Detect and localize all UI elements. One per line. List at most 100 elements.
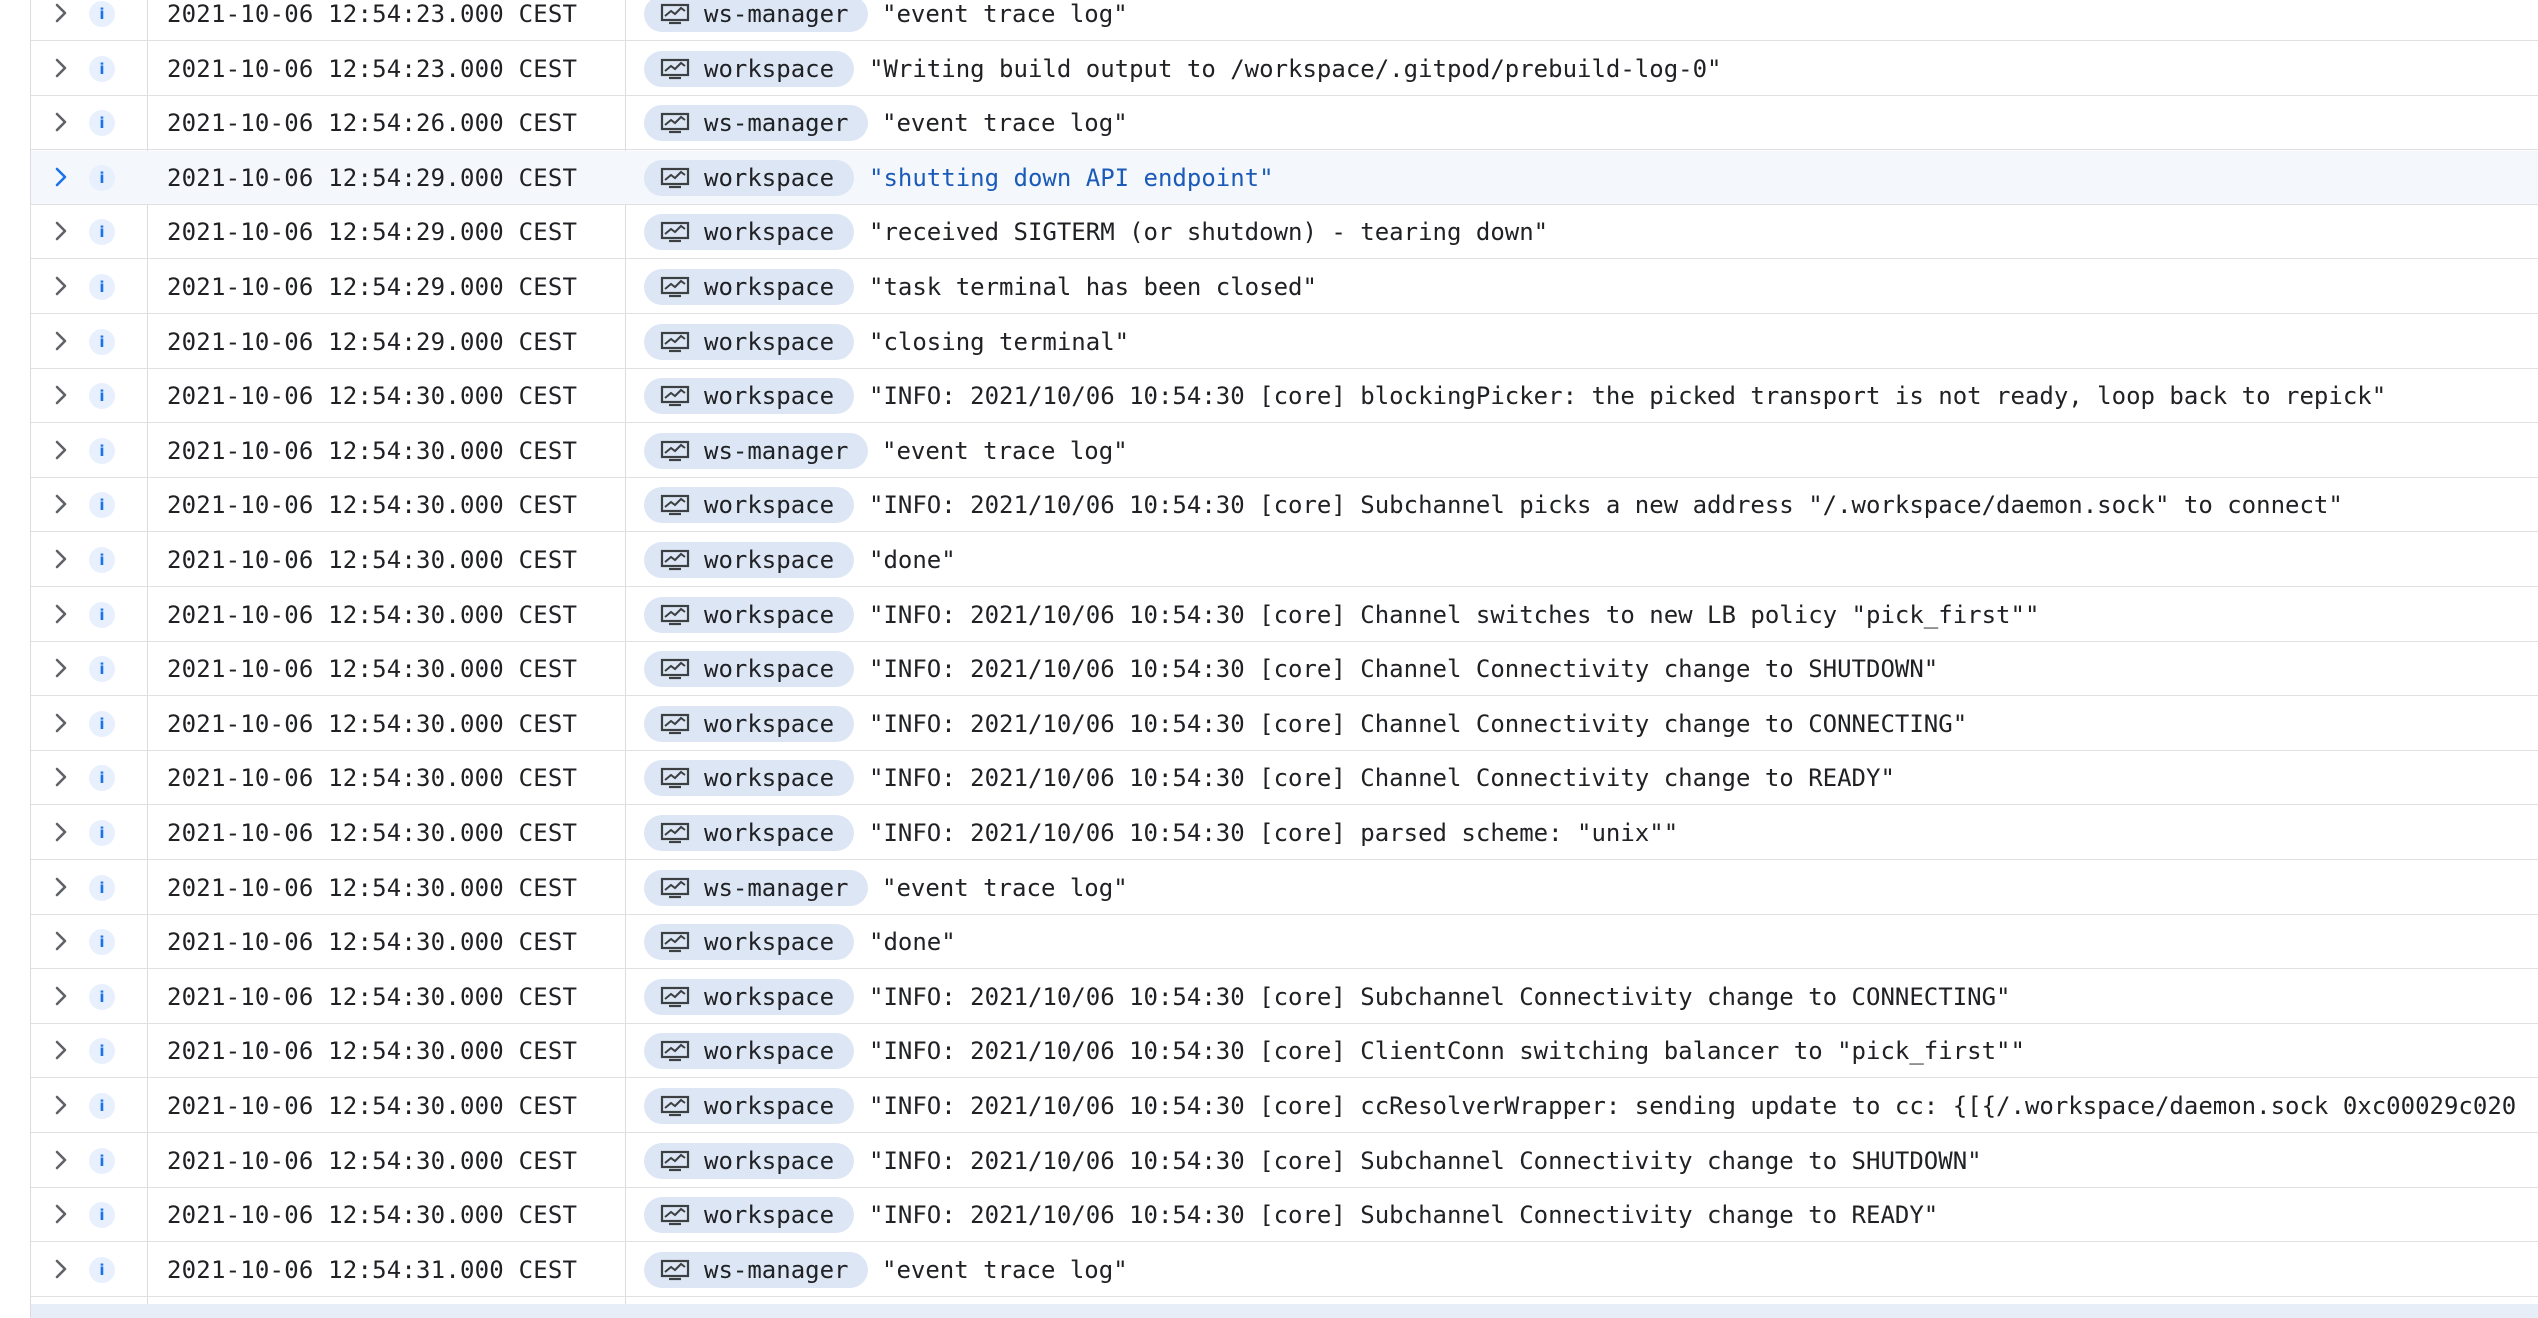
resource-label: workspace bbox=[704, 218, 835, 247]
monitor-icon bbox=[660, 113, 690, 134]
chevron-right-icon[interactable] bbox=[48, 1256, 74, 1282]
log-row[interactable]: i 2021-10-06 12:54:30.000 CEST workspace… bbox=[31, 533, 2538, 587]
resource-chip[interactable]: workspace bbox=[644, 651, 854, 688]
timestamp: 2021-10-06 12:54:29.000 CEST bbox=[167, 218, 578, 247]
chevron-right-icon[interactable] bbox=[48, 764, 74, 790]
resource-chip[interactable]: workspace bbox=[644, 487, 854, 524]
resource-chip[interactable]: workspace bbox=[644, 50, 854, 87]
resource-chip[interactable]: workspace bbox=[644, 978, 854, 1015]
resource-chip[interactable]: workspace bbox=[644, 705, 854, 742]
log-row[interactable]: i 2021-10-06 12:54:30.000 CEST ws-manage… bbox=[31, 424, 2538, 478]
chevron-right-icon[interactable] bbox=[48, 655, 74, 681]
resource-chip[interactable]: ws-manager bbox=[644, 432, 868, 469]
resource-chip[interactable]: ws-manager bbox=[644, 105, 868, 142]
log-row[interactable]: i 2021-10-06 12:54:30.000 CEST workspace… bbox=[31, 588, 2538, 642]
resource-chip[interactable]: workspace bbox=[644, 1088, 854, 1124]
timestamp: 2021-10-06 12:54:30.000 CEST bbox=[167, 600, 578, 629]
log-row[interactable]: i 2021-10-06 12:54:23.000 CEST workspace… bbox=[31, 42, 2538, 96]
log-row[interactable]: i 2021-10-06 12:54:30.000 CEST workspace… bbox=[31, 970, 2538, 1024]
log-row[interactable]: i 2021-10-06 12:54:29.000 CEST workspace… bbox=[31, 205, 2538, 260]
log-row[interactable]: i 2021-10-06 12:54:31.000 CEST ws-manage… bbox=[31, 1243, 2538, 1297]
monitor-icon bbox=[660, 276, 690, 298]
resource-chip[interactable]: workspace bbox=[644, 815, 854, 851]
chevron-right-icon[interactable] bbox=[48, 491, 74, 517]
resource-chip[interactable]: workspace bbox=[644, 1142, 854, 1179]
resource-chip[interactable]: ws-manager bbox=[644, 0, 868, 32]
resource-chip[interactable]: workspace bbox=[644, 596, 854, 633]
log-row[interactable]: i 2021-10-06 12:54:30.000 CEST workspace… bbox=[31, 751, 2538, 806]
chevron-right-icon[interactable] bbox=[48, 546, 74, 572]
chevron-right-icon[interactable] bbox=[48, 382, 74, 408]
timestamp: 2021-10-06 12:54:26.000 CEST bbox=[167, 109, 578, 138]
monitor-icon bbox=[660, 1041, 690, 1062]
timestamp: 2021-10-06 12:54:29.000 CEST bbox=[167, 327, 578, 356]
chevron-right-icon[interactable] bbox=[48, 437, 74, 463]
chevron-right-icon[interactable] bbox=[48, 928, 74, 954]
chevron-right-icon[interactable] bbox=[48, 164, 74, 190]
chevron-right-icon[interactable] bbox=[48, 273, 74, 299]
timestamp: 2021-10-06 12:54:23.000 CEST bbox=[167, 54, 578, 83]
log-row[interactable]: i 2021-10-06 12:54:30.000 CEST workspace… bbox=[31, 369, 2538, 424]
resource-label: workspace bbox=[704, 982, 835, 1011]
chevron-right-icon[interactable] bbox=[48, 0, 74, 26]
info-icon: i bbox=[89, 383, 115, 410]
log-message: "INFO: 2021/10/06 10:54:30 [core] blocki… bbox=[869, 382, 2387, 411]
resource-chip[interactable]: workspace bbox=[644, 924, 854, 961]
log-message: "received SIGTERM (or shutdown) - tearin… bbox=[869, 218, 1549, 247]
resource-chip[interactable]: workspace bbox=[644, 214, 854, 251]
log-row[interactable]: i 2021-10-06 12:54:23.000 CEST ws-manage… bbox=[31, 0, 2538, 41]
log-row[interactable]: i 2021-10-06 12:54:29.000 CEST workspace… bbox=[31, 150, 2538, 205]
log-row[interactable]: i 2021-10-06 12:54:29.000 CEST workspace… bbox=[31, 315, 2538, 369]
resource-chip[interactable]: workspace bbox=[644, 378, 854, 415]
resource-chip[interactable]: workspace bbox=[644, 542, 854, 578]
chevron-right-icon[interactable] bbox=[48, 1147, 74, 1173]
monitor-icon bbox=[660, 167, 690, 188]
timestamp: 2021-10-06 12:54:30.000 CEST bbox=[167, 655, 578, 684]
log-row[interactable]: i 2021-10-06 12:54:30.000 CEST workspace… bbox=[31, 697, 2538, 751]
chevron-right-icon[interactable] bbox=[48, 710, 74, 736]
log-message: "INFO: 2021/10/06 10:54:30 [core] parsed… bbox=[869, 819, 1679, 847]
resource-chip[interactable]: workspace bbox=[644, 1033, 854, 1070]
resource-chip[interactable]: workspace bbox=[644, 760, 854, 797]
timestamp: 2021-10-06 12:54:30.000 CEST bbox=[167, 873, 578, 902]
log-message: "INFO: 2021/10/06 10:54:30 [core] Channe… bbox=[869, 655, 1939, 684]
chevron-right-icon[interactable] bbox=[48, 601, 74, 627]
chevron-right-icon[interactable] bbox=[48, 983, 74, 1009]
resource-chip[interactable]: workspace bbox=[644, 323, 854, 360]
info-icon: i bbox=[89, 601, 115, 628]
log-row[interactable]: i 2021-10-06 12:54:30.000 CEST workspace… bbox=[31, 915, 2538, 970]
resource-chip[interactable]: ws-manager bbox=[644, 1251, 868, 1288]
chevron-right-icon[interactable] bbox=[48, 328, 74, 354]
info-icon: i bbox=[89, 765, 115, 792]
chevron-right-icon[interactable] bbox=[48, 819, 74, 845]
info-icon: i bbox=[89, 1, 115, 27]
log-row[interactable]: i 2021-10-06 12:54:30.000 CEST workspace… bbox=[31, 1134, 2538, 1188]
chevron-right-icon[interactable] bbox=[48, 109, 74, 135]
chevron-right-icon[interactable] bbox=[48, 1201, 74, 1227]
log-row[interactable]: i 2021-10-06 12:54:30.000 CEST ws-manage… bbox=[31, 861, 2538, 915]
log-row[interactable]: i 2021-10-06 12:54:30.000 CEST workspace… bbox=[31, 1188, 2538, 1243]
chevron-right-icon[interactable] bbox=[48, 218, 74, 244]
log-row[interactable]: i 2021-10-06 12:54:30.000 CEST workspace… bbox=[31, 478, 2538, 533]
log-row[interactable]: i 2021-10-06 12:54:26.000 CEST ws-manage… bbox=[31, 96, 2538, 151]
log-row[interactable]: i 2021-10-06 12:54:30.000 CEST workspace… bbox=[31, 1024, 2538, 1079]
chevron-right-icon[interactable] bbox=[48, 55, 74, 81]
resource-label: workspace bbox=[704, 54, 835, 83]
timestamp: 2021-10-06 12:54:30.000 CEST bbox=[167, 928, 578, 957]
resource-label: workspace bbox=[704, 600, 835, 629]
log-row[interactable]: i 2021-10-06 12:54:30.000 CEST workspace… bbox=[31, 806, 2538, 860]
chevron-right-icon[interactable] bbox=[48, 874, 74, 900]
monitor-icon bbox=[660, 3, 690, 25]
log-row[interactable]: i 2021-10-06 12:54:29.000 CEST workspace… bbox=[31, 260, 2538, 314]
log-message: "INFO: 2021/10/06 10:54:30 [core] Subcha… bbox=[869, 1146, 1982, 1175]
monitor-icon bbox=[660, 604, 690, 625]
timestamp: 2021-10-06 12:54:30.000 CEST bbox=[167, 1037, 578, 1066]
chevron-right-icon[interactable] bbox=[48, 1037, 74, 1063]
resource-chip[interactable]: workspace bbox=[644, 1197, 854, 1234]
chevron-right-icon[interactable] bbox=[48, 1092, 74, 1118]
log-row[interactable]: i 2021-10-06 12:54:30.000 CEST workspace… bbox=[31, 1079, 2538, 1133]
resource-chip[interactable]: ws-manager bbox=[644, 869, 868, 906]
log-row[interactable]: i 2021-10-06 12:54:30.000 CEST workspace… bbox=[31, 642, 2538, 697]
resource-chip[interactable]: workspace bbox=[644, 269, 854, 305]
resource-chip[interactable]: workspace bbox=[644, 159, 854, 196]
